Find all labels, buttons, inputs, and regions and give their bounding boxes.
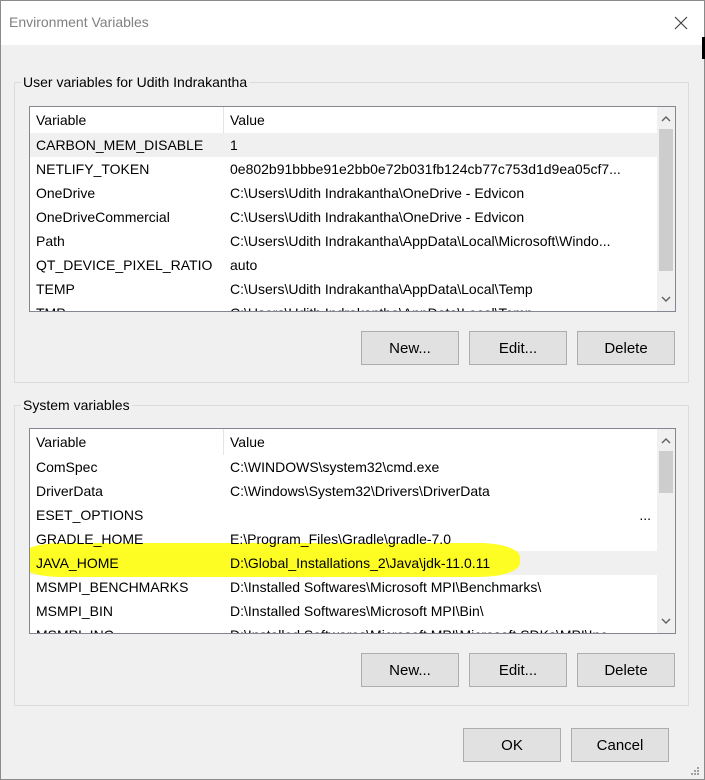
user-list-body: CARBON_MEM_DISABLE 1 NETLIFY_TOKEN 0e802b91… — [30, 133, 657, 311]
variable-name-cell: MSMPI_BIN — [36, 603, 114, 619]
variable-name-cell: GRADLE_HOME — [36, 531, 144, 547]
variable-value-cell: C:\Users\Udith Indrakantha\OneDrive - Ed… — [230, 209, 525, 225]
variable-name-cell: JAVA_HOME — [36, 555, 119, 571]
variable-value-cell: C:\Users\Udith Indrakantha\AppData\Local… — [230, 281, 533, 297]
resize-grip-icon[interactable] — [690, 766, 700, 776]
variable-value-cell: C:\Users\Udith Indrakantha\AppData\Local… — [230, 233, 611, 249]
ok-button[interactable]: OK — [463, 728, 561, 762]
scroll-thumb[interactable] — [659, 451, 673, 493]
scroll-down-button[interactable] — [657, 289, 675, 309]
chevron-down-icon — [661, 296, 671, 302]
table-row[interactable]: MSMPI_BENCHMARKS D:\Installed Softwares\M… — [30, 575, 657, 599]
user-variables-label: User variables for Udith Indrakantha — [21, 74, 250, 90]
table-row[interactable]: MSMPI_BIN D:\Installed Softwares\Microsof… — [30, 599, 657, 623]
variable-value-cell: D:\Installed Softwares\Microsoft MPI\Mic… — [224, 623, 657, 633]
variable-value-cell: D:\Global_Installations_2\Java\jdk-11.0.… — [230, 555, 491, 571]
variable-name-cell: NETLIFY_TOKEN — [36, 161, 150, 177]
variable-value-cell: D:\Installed Softwares\Microsoft MPI\Bin… — [230, 603, 484, 619]
variable-value-cell: C:\Users\Udith Indrakantha\OneDrive - Ed… — [230, 185, 525, 201]
column-header-value[interactable]: Value — [224, 107, 657, 133]
variable-name-cell: QT_DEVICE_PIXEL_RATIO — [36, 257, 213, 273]
user-new-button[interactable]: New... — [361, 331, 459, 365]
close-button[interactable] — [663, 7, 699, 39]
column-header-variable[interactable]: Variable — [30, 107, 224, 133]
variable-name-cell: CARBON_MEM_DISABLE — [36, 137, 204, 153]
variable-value-cell: D:\Installed Softwares\Microsoft MPI\Ben… — [230, 579, 542, 595]
variable-value-cell: C:\WINDOWS\system32\cmd.exe — [230, 459, 440, 475]
variable-name-cell: OneDrive — [36, 185, 96, 201]
variable-value-cell: C:\Users\Udith Indrakantha\AppData\Local… — [224, 301, 657, 311]
variable-value-cell: 1 — [230, 137, 238, 153]
variable-value-cell: auto — [230, 257, 258, 273]
table-row[interactable]: TMPC:\Users\Udith Indrakantha\AppData\Lo… — [30, 301, 657, 311]
variable-value-cell: ... — [639, 507, 651, 523]
table-row[interactable]: MSMPI_INCD:\Installed Softwares\Microsof… — [30, 623, 657, 633]
user-delete-button[interactable]: Delete — [577, 331, 675, 365]
system-list-header: Variable Value — [30, 429, 657, 455]
chevron-down-icon — [661, 618, 671, 624]
table-row[interactable]: QT_DEVICE_PIXEL_RATIO auto — [30, 253, 657, 277]
variable-name-cell: ComSpec — [36, 459, 98, 475]
user-variables-list[interactable]: Variable Value CARBON_MEM_DISABLE 1 NETLIF… — [29, 106, 676, 312]
table-row[interactable]: ESET_OPTIONS... — [30, 503, 657, 527]
variable-name-cell: ESET_OPTIONS — [36, 507, 144, 523]
table-row[interactable]: Path C:\Users\Udith Indrakantha\AppData\L… — [30, 229, 657, 253]
table-row[interactable]: GRADLE_HOME E:\Program_Files\Gradle\gradl… — [30, 527, 657, 551]
variable-name-cell: TMP — [30, 301, 224, 311]
chevron-up-icon — [661, 116, 671, 122]
scroll-up-button[interactable] — [657, 431, 675, 451]
title-bar[interactable]: Environment Variables — [1, 1, 704, 45]
user-list-header: Variable Value — [30, 107, 657, 133]
variable-name-cell: Path — [36, 233, 65, 249]
system-new-button[interactable]: New... — [361, 653, 459, 687]
system-list-body: ComSpec C:\WINDOWS\system32\cmd.exe Driver… — [30, 455, 657, 633]
cancel-button[interactable]: Cancel — [571, 728, 669, 762]
table-row[interactable]: OneDriveCommercial C:\Users\Udith Indraka… — [30, 205, 657, 229]
scroll-up-button[interactable] — [657, 109, 675, 129]
system-variables-list[interactable]: Variable Value ComSpec C:\WINDOWS\system3… — [29, 428, 676, 634]
close-icon — [674, 16, 688, 30]
variable-value-cell: 0e802b91bbbe91e2bb0e72b031fb124cb77c753d… — [230, 161, 621, 177]
column-header-variable[interactable]: Variable — [30, 429, 224, 455]
scroll-down-button[interactable] — [657, 611, 675, 631]
table-row[interactable]: DriverData C:\Windows\System32\Drivers\Dr… — [30, 479, 657, 503]
variable-name-cell: MSMPI_INC — [30, 623, 224, 633]
table-row[interactable]: CARBON_MEM_DISABLE 1 — [30, 133, 657, 157]
variable-value-cell: C:\Windows\System32\Drivers\DriverData — [230, 483, 490, 499]
table-row[interactable]: TEMP C:\Users\Udith Indrakantha\AppData\L… — [30, 277, 657, 301]
system-list-scrollbar[interactable] — [657, 429, 675, 633]
table-row[interactable]: OneDrive C:\Users\Udith Indrakantha\OneDr… — [30, 181, 657, 205]
scroll-thumb[interactable] — [659, 129, 673, 271]
table-row[interactable]: NETLIFY_TOKEN 0e802b91bbbe91e2bb0e72b031f… — [30, 157, 657, 181]
variable-name-cell: DriverData — [36, 483, 103, 499]
system-delete-button[interactable]: Delete — [577, 653, 675, 687]
variable-value-cell: E:\Program_Files\Gradle\gradle-7.0 — [230, 531, 451, 547]
user-edit-button[interactable]: Edit... — [469, 331, 567, 365]
environment-variables-dialog: Environment Variables User variables for… — [0, 0, 705, 780]
system-variables-label: System variables — [21, 397, 132, 413]
variable-name-cell: MSMPI_BENCHMARKS — [36, 579, 189, 595]
user-list-scrollbar[interactable] — [657, 107, 675, 311]
table-row[interactable]: ComSpec C:\WINDOWS\system32\cmd.exe — [30, 455, 657, 479]
chevron-up-icon — [661, 438, 671, 444]
column-header-value[interactable]: Value — [224, 429, 657, 455]
variable-name-cell: TEMP — [36, 281, 75, 297]
table-row[interactable]: JAVA_HOME D:\Global_Installations_2\Java\… — [30, 543, 657, 577]
variable-name-cell: OneDriveCommercial — [36, 209, 170, 225]
system-edit-button[interactable]: Edit... — [469, 653, 567, 687]
window-title: Environment Variables — [9, 14, 149, 30]
